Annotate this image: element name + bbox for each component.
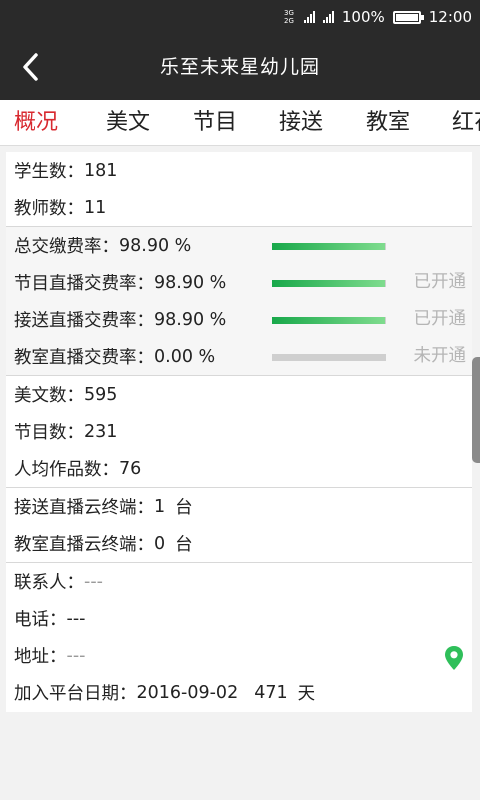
avg-works-row: 人均作品数： 76 [14, 458, 142, 481]
fee-progress-bar [272, 280, 386, 287]
tab-overview[interactable]: 概况 [14, 100, 58, 145]
fee-status: 未开通 [413, 346, 467, 366]
teachers-row: 教师数： 11 [14, 197, 107, 220]
programs-row: 节目数： 231 [14, 421, 118, 444]
fee-row: 节目直播交费率： 98.90 % 已开通 [6, 264, 472, 301]
pickup-terminal-row: 接送直播云终端： 1 台 [14, 496, 193, 519]
teachers-count: 11 [84, 197, 107, 218]
contact-person-row: 联系人： --- [14, 571, 103, 594]
map-pin-icon[interactable] [444, 645, 464, 671]
tab-classroom[interactable]: 教室 [366, 100, 410, 145]
clock: 12:00 [428, 8, 472, 26]
tab-programs[interactable]: 节目 [193, 100, 237, 145]
tab-bar: 概况 美文 节目 接送 教室 红花 [0, 100, 480, 146]
fee-progress-bar [272, 317, 386, 324]
app-bar: 乐至未来星幼儿园 [0, 34, 480, 100]
battery-icon [392, 10, 424, 24]
fee-progress-fill [272, 317, 385, 324]
phone-row: 电话： --- [14, 608, 86, 631]
fee-row: 总交缴费率： 98.90 % [6, 227, 472, 264]
scroll-handle[interactable] [472, 357, 480, 463]
tab-articles[interactable]: 美文 [106, 100, 150, 145]
status-icons: 3G 2G 100% 12:00 [284, 0, 472, 34]
network-type-indicator: 3G 2G [283, 9, 294, 25]
page-title: 乐至未来星幼儿园 [159, 56, 320, 78]
classroom-terminal-row: 教室直播云终端： 0 台 [14, 533, 193, 556]
terminals-section: 接送直播云终端： 1 台 教室直播云终端： 0 台 [6, 488, 472, 563]
battery-percent: 100% [341, 8, 385, 26]
fee-status: 已开通 [413, 272, 467, 292]
fee-progress-fill [272, 280, 385, 287]
fee-progress-fill [272, 243, 385, 250]
address-row: 地址： --- [6, 637, 472, 674]
contact-section: 联系人： --- 电话： --- 地址： --- 加入平台日期： 2016-09… [6, 563, 472, 711]
fees-section: 总交缴费率： 98.90 % 节目直播交费率： 98.90 % 已开通 接送直播… [6, 227, 472, 376]
articles-row: 美文数： 595 [14, 384, 118, 407]
status-bar: 3G 2G 100% 12:00 [0, 0, 480, 34]
join-date-row: 加入平台日期： 2016-09-02 471 天 [14, 682, 316, 705]
fee-status: 已开通 [413, 309, 467, 329]
signal-strength-icon [322, 11, 334, 23]
fee-progress-bar [272, 354, 386, 361]
signal-icon [303, 11, 315, 23]
tab-pickup[interactable]: 接送 [279, 100, 323, 145]
fee-row: 接送直播交费率： 98.90 % 已开通 [6, 301, 472, 338]
overview-panel: 学生数： 181 教师数： 11 总交缴费率： 98.90 % 节目直播交费率：… [6, 152, 472, 712]
join-date: 2016-09-02 [136, 682, 239, 703]
tab-red-flower[interactable]: 红花 [452, 100, 480, 145]
students-count: 181 [84, 160, 118, 181]
join-days: 471 [254, 682, 288, 703]
counts-section: 学生数： 181 教师数： 11 [6, 152, 472, 227]
works-section: 美文数： 595 节目数： 231 人均作品数： 76 [6, 376, 472, 488]
fee-row: 教室直播交费率： 0.00 % 未开通 [6, 338, 472, 375]
fee-progress-bar [272, 243, 386, 250]
students-row: 学生数： 181 [14, 160, 118, 183]
